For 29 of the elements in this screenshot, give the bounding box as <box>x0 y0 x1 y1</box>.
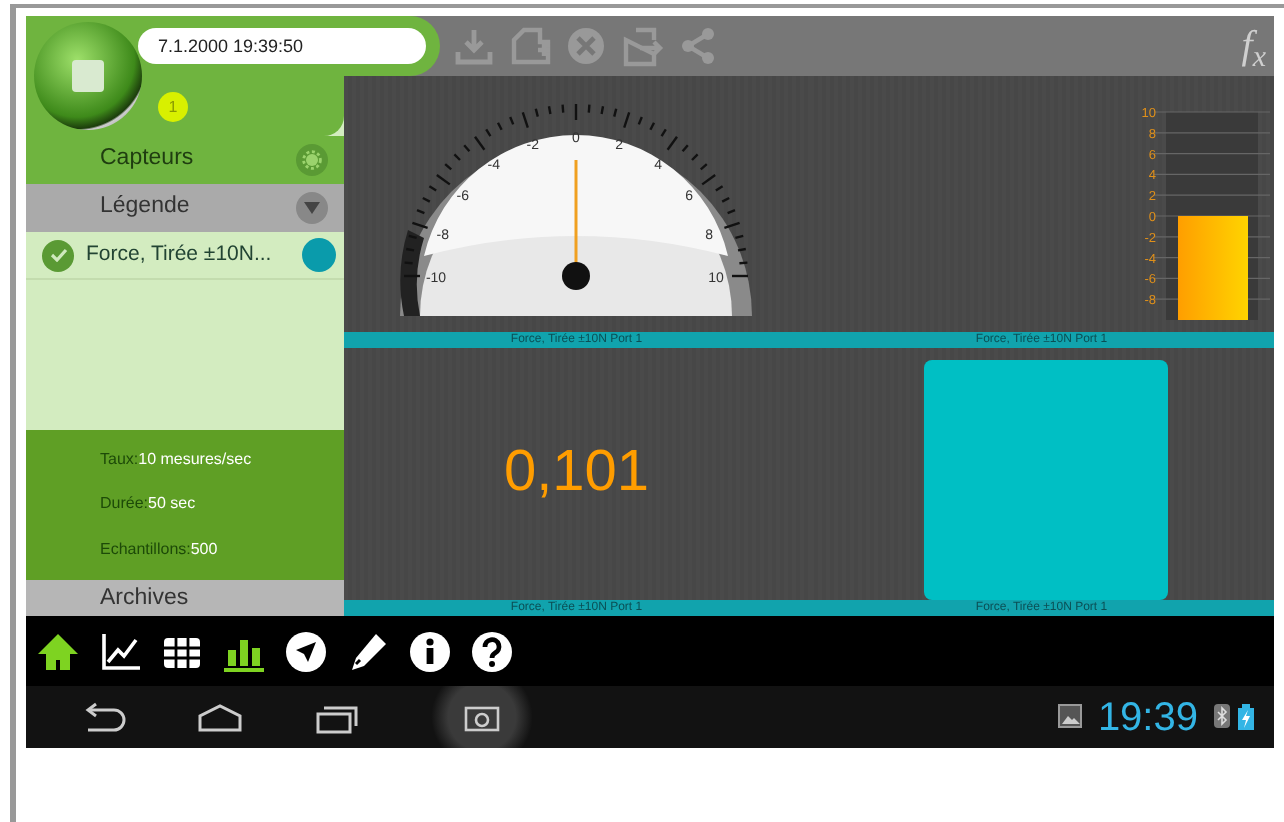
count-badge: 1 <box>158 92 188 122</box>
gallery-icon <box>1057 704 1082 729</box>
legend-item-label[interactable]: Force, Tirée ±10N... <box>86 239 272 271</box>
check-icon <box>49 248 67 262</box>
pen-tab[interactable] <box>346 629 390 673</box>
info-label: Durée: <box>100 494 149 513</box>
caret-icon <box>304 202 320 214</box>
numeric-reading: 0,101 <box>503 438 650 509</box>
needle-pivot <box>562 262 590 290</box>
home-tab[interactable] <box>36 629 80 673</box>
info-value: 10 mesures/sec <box>138 450 252 469</box>
sensors-label: Capteurs <box>100 144 194 175</box>
gear-icon <box>302 150 322 170</box>
info-label: Echantillons: <box>100 539 191 558</box>
archives-tab[interactable]: Archives <box>26 580 344 616</box>
battery-icon <box>1238 703 1254 730</box>
info-value: 50 sec <box>148 494 196 513</box>
info-label: Taux: <box>100 450 139 469</box>
status-time: 19:39 <box>1097 693 1198 743</box>
legend-label: Légende <box>100 192 190 223</box>
help-tab[interactable] <box>470 629 514 673</box>
navigation-tab[interactable] <box>284 629 328 673</box>
checkbox[interactable] <box>42 239 74 271</box>
info-value: 500 <box>190 539 218 558</box>
timestamp-field: 7.1.2000 19:39:50 <box>138 28 426 64</box>
info-tab[interactable] <box>408 629 452 673</box>
line-chart-tab[interactable] <box>98 629 142 673</box>
bluetooth-icon <box>1214 704 1230 729</box>
expand-button[interactable] <box>296 192 328 224</box>
